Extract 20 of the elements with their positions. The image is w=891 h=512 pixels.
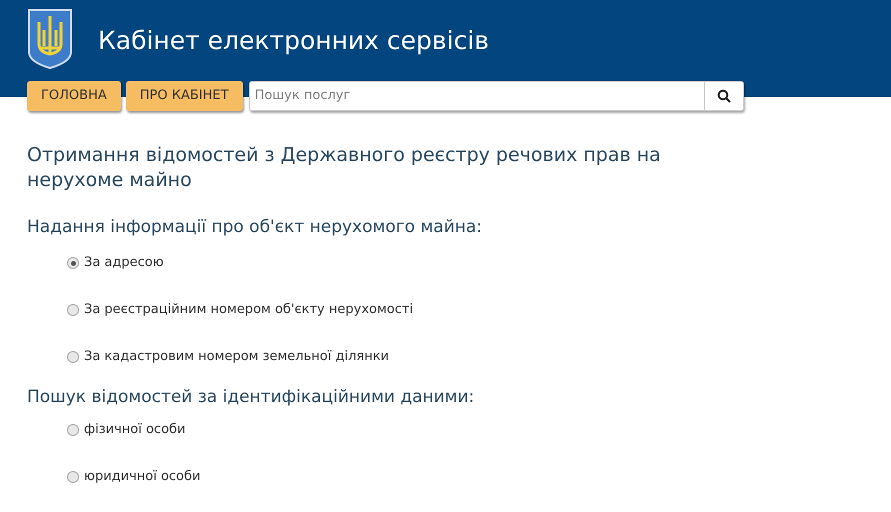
search-icon bbox=[716, 89, 731, 103]
radio-button[interactable] bbox=[67, 257, 79, 269]
radio-button[interactable] bbox=[67, 470, 79, 482]
radio-button[interactable] bbox=[67, 424, 79, 436]
radio-label: За кадастровим номером земельної ділянки bbox=[84, 348, 389, 366]
page-title: Отримання відомостей з Державного реєстру речових прав на нерухоме майно bbox=[27, 143, 662, 193]
radio-label: За реєстраційним номером об'єкту нерухомості bbox=[84, 301, 414, 320]
section-heading: Надання інформації про об'єкт нерухомого майна: bbox=[27, 216, 484, 239]
nav-button[interactable]: ГОЛОВНА bbox=[27, 81, 121, 111]
radio-button[interactable] bbox=[67, 351, 79, 363]
search-button[interactable] bbox=[704, 81, 744, 111]
search-field[interactable]: Пошук послуг bbox=[248, 81, 705, 111]
coat-of-arms-icon bbox=[27, 8, 73, 70]
radio-label: За адресою bbox=[84, 254, 164, 272]
nav-button[interactable]: ПРО КАБІНЕТ bbox=[126, 81, 243, 111]
radio-label: фізичної особи bbox=[84, 420, 186, 439]
radio-label: юридичної особи bbox=[84, 468, 200, 486]
section-heading: Пошук відомостей за ідентифікаційними даними: bbox=[27, 386, 476, 408]
radio-button[interactable] bbox=[67, 304, 79, 316]
site-title: Кабінет електронних сервісів bbox=[98, 25, 490, 57]
